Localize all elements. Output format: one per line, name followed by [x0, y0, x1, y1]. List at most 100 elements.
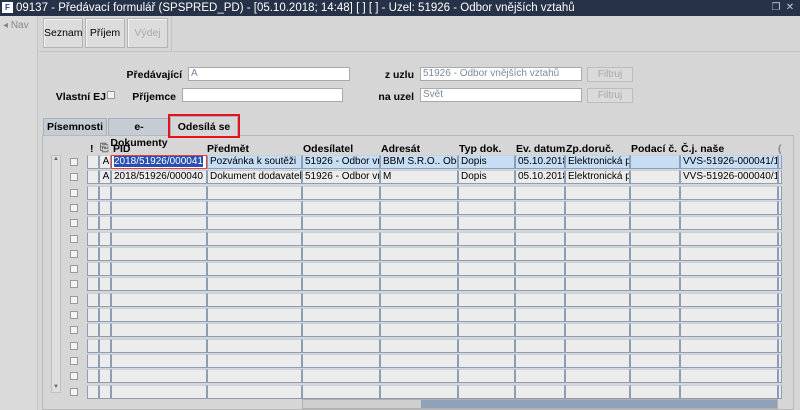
cell-datum[interactable] — [515, 292, 565, 307]
predavajici-input[interactable]: A — [188, 67, 350, 81]
seznam-button[interactable]: Seznam — [43, 18, 83, 48]
cell-adresat[interactable] — [380, 185, 458, 200]
cell-predmet[interactable] — [207, 200, 302, 215]
cell-more[interactable] — [778, 155, 782, 169]
cell-datum[interactable] — [515, 353, 565, 368]
cell-podaci[interactable] — [630, 262, 680, 277]
cell-typ[interactable] — [458, 200, 515, 215]
cell-predmet[interactable] — [207, 277, 302, 292]
cell-typ[interactable] — [458, 308, 515, 322]
row-checkbox[interactable] — [70, 173, 78, 182]
tab-pisemnosti[interactable]: Písemnosti — [43, 118, 107, 135]
header-odesilatel[interactable]: Odesílatel — [303, 143, 353, 155]
cell-cj[interactable] — [680, 353, 778, 368]
row-checkbox[interactable] — [70, 234, 78, 243]
cell-more[interactable] — [778, 277, 782, 292]
cell-datum[interactable] — [515, 369, 565, 384]
cell-more[interactable] — [778, 262, 782, 277]
header-podaci[interactable]: Podací č. — [631, 143, 677, 155]
cell-a[interactable] — [99, 308, 111, 322]
cell-pid[interactable] — [111, 384, 207, 399]
header-more[interactable]: ( — [778, 143, 782, 155]
cell-odesilatel[interactable] — [302, 338, 380, 353]
cell-predmet[interactable] — [207, 262, 302, 277]
cell-zp[interactable] — [565, 384, 630, 399]
cell-datum[interactable] — [515, 277, 565, 292]
cell-adresat[interactable] — [380, 384, 458, 399]
cell-typ[interactable]: Dopis — [458, 170, 515, 185]
cell-typ[interactable] — [458, 353, 515, 368]
cell-cj[interactable] — [680, 216, 778, 231]
vertical-scrollbar[interactable] — [51, 155, 61, 393]
cell-adresat[interactable] — [380, 369, 458, 384]
row-checkbox[interactable] — [70, 326, 78, 335]
cell-more[interactable] — [778, 231, 782, 246]
cell-more[interactable] — [778, 185, 782, 200]
cell-zp[interactable] — [565, 353, 630, 368]
cell-a[interactable] — [99, 338, 111, 353]
cell-podaci[interactable] — [630, 353, 680, 368]
horizontal-scroll-thumb[interactable] — [303, 400, 421, 408]
cell-a[interactable] — [99, 277, 111, 292]
cell-predmet[interactable] — [207, 338, 302, 353]
cell-excl[interactable] — [87, 353, 99, 368]
cell-adresat[interactable] — [380, 200, 458, 215]
cell-podaci[interactable] — [630, 231, 680, 246]
cell-cj[interactable]: VVS-51926-000041/18 — [680, 155, 778, 169]
cell-excl[interactable] — [87, 246, 99, 261]
cell-pid[interactable] — [111, 216, 207, 231]
cell-more[interactable] — [778, 353, 782, 368]
cell-zp[interactable] — [565, 200, 630, 215]
cell-predmet[interactable]: Dokument dodavateli — [207, 170, 302, 185]
cell-a[interactable] — [99, 262, 111, 277]
scroll-down-icon[interactable]: ▼ — [52, 384, 60, 392]
row-checkbox[interactable] — [70, 265, 78, 274]
cell-more[interactable] — [778, 292, 782, 307]
cell-podaci[interactable] — [630, 292, 680, 307]
cell-more[interactable] — [778, 170, 782, 185]
cell-pid[interactable] — [111, 246, 207, 261]
row-checkbox[interactable] — [70, 188, 78, 197]
row-checkbox[interactable] — [70, 295, 78, 304]
cell-odesilatel[interactable] — [302, 353, 380, 368]
cell-more[interactable] — [778, 200, 782, 215]
cell-cj[interactable] — [680, 323, 778, 338]
cell-pid[interactable] — [111, 369, 207, 384]
cell-pid[interactable] — [111, 262, 207, 277]
cell-cj[interactable]: VVS-51926-000040/18 — [680, 170, 778, 185]
prijemce-input[interactable] — [182, 88, 343, 102]
cell-datum[interactable] — [515, 308, 565, 322]
cell-adresat[interactable] — [380, 353, 458, 368]
cell-predmet[interactable] — [207, 384, 302, 399]
cell-podaci[interactable] — [630, 246, 680, 261]
cell-zp[interactable] — [565, 185, 630, 200]
cell-podaci[interactable] — [630, 384, 680, 399]
cell-more[interactable] — [778, 216, 782, 231]
cell-podaci[interactable] — [630, 323, 680, 338]
cell-typ[interactable] — [458, 384, 515, 399]
cell-pid[interactable]: 2018/51926/000041 — [111, 155, 207, 169]
cell-odesilatel[interactable] — [302, 308, 380, 322]
cell-datum[interactable] — [515, 216, 565, 231]
cell-pid[interactable] — [111, 277, 207, 292]
cell-zp[interactable]: Elektronická poš — [565, 155, 630, 169]
cell-datum[interactable] — [515, 231, 565, 246]
cell-cj[interactable] — [680, 308, 778, 322]
cell-pid[interactable] — [111, 338, 207, 353]
cell-pid[interactable] — [111, 308, 207, 322]
header-adresat[interactable]: Adresát — [381, 143, 420, 155]
cell-a[interactable] — [99, 353, 111, 368]
cell-datum[interactable] — [515, 200, 565, 215]
cell-typ[interactable] — [458, 231, 515, 246]
header-predmet[interactable]: Předmět — [207, 143, 249, 155]
cell-typ[interactable] — [458, 185, 515, 200]
cell-more[interactable] — [778, 246, 782, 261]
cell-excl[interactable] — [87, 308, 99, 322]
cell-typ[interactable] — [458, 323, 515, 338]
cell-predmet[interactable] — [207, 308, 302, 322]
row-checkbox[interactable] — [70, 158, 78, 166]
cell-odesilatel[interactable]: 51926 - Odbor vněj: — [302, 155, 380, 169]
cell-zp[interactable] — [565, 292, 630, 307]
cell-adresat[interactable] — [380, 277, 458, 292]
cell-cj[interactable] — [680, 246, 778, 261]
